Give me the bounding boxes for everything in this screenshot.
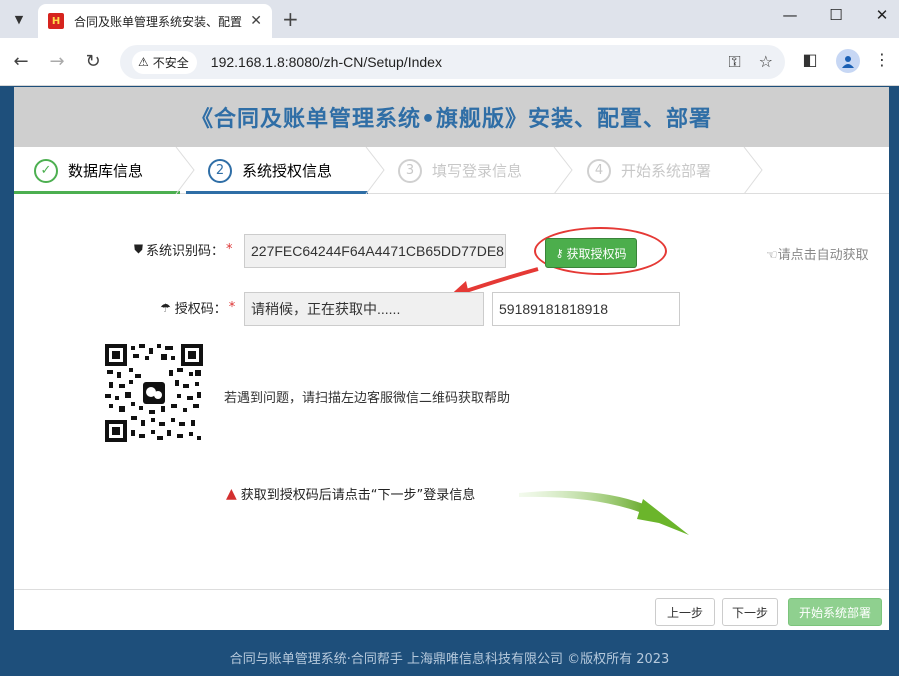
browser-tabbar: ▼ H 合同及账单管理系统安装、配置 ✕ + — ☐ ✕ <box>0 0 899 38</box>
side-panel-icon[interactable]: ◧ <box>798 50 822 69</box>
step-number: 4 <box>587 158 611 183</box>
tab-title: 合同及账单管理系统安装、配置 <box>74 14 243 29</box>
notice: ▲ 获取到授权码后请点击“下一步”登录信息 <box>226 484 476 504</box>
required-mark: * <box>228 300 236 315</box>
step-deploy[interactable]: 4 开始系统部署 <box>587 147 711 194</box>
page-title: 《合同及账单管理系统•旗舰版》安装、配置、部署 <box>190 107 713 132</box>
shield-icon: ⛊ <box>134 242 144 256</box>
password-key-icon[interactable]: ⚿ <box>728 52 740 72</box>
bookmark-star-icon[interactable]: ☆ <box>759 52 773 72</box>
step-database[interactable]: ✓ 数据库信息 <box>34 147 143 194</box>
sysid-field[interactable]: 227FEC64244F64A4471CB65DD77DE8 <box>244 234 506 268</box>
insecure-label: 不安全 <box>152 55 189 70</box>
get-auth-code-label: 获取授权码 <box>566 246 627 261</box>
url-text[interactable]: 192.168.1.8:8080/zh-CN/Setup/Index <box>211 54 442 70</box>
step-separator-icon <box>743 147 763 194</box>
setup-stepper: ✓ 数据库信息 2 系统授权信息 3 填写登录信息 4 开始系统部署 <box>14 147 889 194</box>
step-label: 系统授权信息 <box>242 162 333 180</box>
maximize-icon[interactable]: ☐ <box>824 6 848 24</box>
step-login-info[interactable]: 3 填写登录信息 <box>398 147 522 194</box>
new-tab-plus-icon[interactable]: + <box>282 8 299 30</box>
key-icon: ⚷ <box>555 246 564 260</box>
wechat-qr-code <box>105 344 203 442</box>
step-authorization-underline <box>186 191 368 194</box>
step-separator-icon <box>553 147 573 194</box>
required-mark: * <box>226 242 233 257</box>
forward-arrow-icon[interactable]: → <box>45 50 69 74</box>
start-deploy-button[interactable]: 开始系统部署 <box>788 598 882 626</box>
auth-extra-field[interactable]: 59189181818918 <box>492 292 680 326</box>
security-chip[interactable]: ⚠ 不安全 <box>132 50 197 74</box>
address-bar[interactable]: ⚠ 不安全 192.168.1.8:8080/zh-CN/Setup/Index… <box>120 45 785 79</box>
step-separator-icon <box>175 147 195 194</box>
browser-tab[interactable]: H 合同及账单管理系统安装、配置 ✕ <box>38 4 272 38</box>
step-number: 3 <box>398 158 422 183</box>
setup-banner: 《合同及账单管理系统•旗舰版》安装、配置、部署 <box>14 87 889 147</box>
green-arrow-icon <box>519 490 689 535</box>
qr-help-text: 若遇到问题，请扫描左边客服微信二维码获取帮助 <box>224 391 511 406</box>
hand-pointer-icon: ☜ <box>766 248 778 263</box>
step-database-underline <box>14 191 180 194</box>
site-favicon-icon: H <box>48 13 64 29</box>
step-label: 开始系统部署 <box>621 162 712 180</box>
tab-search-chevron-icon[interactable]: ▼ <box>8 8 30 30</box>
tab-close-icon[interactable]: ✕ <box>250 13 262 29</box>
step-label: 填写登录信息 <box>432 162 523 180</box>
warning-triangle-icon: ⚠ <box>138 55 149 69</box>
auto-fetch-hint: ☜请点击自动获取 <box>766 248 869 263</box>
sysid-label: 系统识别码： <box>146 244 225 259</box>
setup-page: 《合同及账单管理系统•旗舰版》安装、配置、部署 ✓ 数据库信息 2 系统授权信息… <box>14 87 889 630</box>
wizard-actions: 上一步 下一步 开始系统部署 <box>14 589 889 630</box>
prev-step-button[interactable]: 上一步 <box>655 598 715 626</box>
reload-icon[interactable]: ↻ <box>81 50 105 74</box>
profile-avatar-icon[interactable] <box>836 49 860 73</box>
window-close-icon[interactable]: ✕ <box>870 6 894 24</box>
notice-text: 获取到授权码后请点击“下一步”登录信息 <box>240 488 476 503</box>
auth-label: 授权码： <box>174 302 227 317</box>
get-auth-code-button[interactable]: ⚷ 获取授权码 <box>545 238 637 268</box>
sysid-label-group: ⛊ 系统识别码： * <box>134 240 233 259</box>
next-step-button[interactable]: 下一步 <box>722 598 778 626</box>
browser-toolbar: ← → ↻ ⚠ 不安全 192.168.1.8:8080/zh-CN/Setup… <box>0 38 899 86</box>
auth-code-field[interactable]: 请稍候，正在获取中...... <box>244 292 484 326</box>
step-authorization[interactable]: 2 系统授权信息 <box>208 147 332 194</box>
back-arrow-icon[interactable]: ← <box>9 50 33 74</box>
step-separator-icon <box>365 147 385 194</box>
step-label: 数据库信息 <box>68 162 144 180</box>
auth-label-group: ☂ 授权码： * <box>160 298 235 317</box>
minimize-icon[interactable]: — <box>778 6 802 24</box>
check-icon: ✓ <box>34 158 58 183</box>
step-number: 2 <box>208 158 232 183</box>
copyright-text: 合同与账单管理系统·合同帮手 上海鼎唯信息科技有限公司 ©版权所有 2023 <box>229 652 670 667</box>
warning-icon: ▲ <box>226 485 237 502</box>
umbrella-icon: ☂ <box>160 300 171 315</box>
menu-kebab-icon[interactable]: ⋮ <box>870 50 894 69</box>
